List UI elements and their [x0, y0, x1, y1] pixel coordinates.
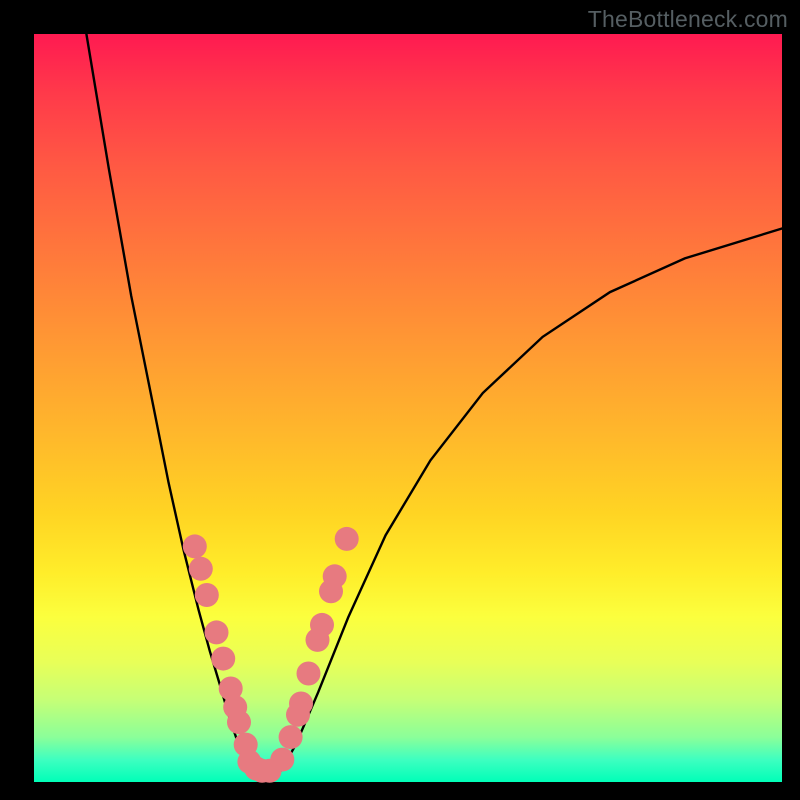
marker-dot: [211, 647, 235, 671]
marker-dot: [227, 710, 251, 734]
marker-dot: [310, 613, 334, 637]
plot-area: [34, 34, 782, 782]
marker-dot: [189, 557, 213, 581]
marker-dot: [270, 748, 294, 772]
marker-dot: [335, 527, 359, 551]
marker-dot: [205, 620, 229, 644]
marker-dot: [297, 662, 321, 686]
marker-dot: [279, 725, 303, 749]
marker-dot: [195, 583, 219, 607]
marker-dot: [323, 564, 347, 588]
chart-frame: TheBottleneck.com: [0, 0, 800, 800]
watermark-text: TheBottleneck.com: [588, 6, 788, 33]
marker-dot: [289, 692, 313, 716]
chart-svg: [34, 34, 782, 782]
marker-dot: [183, 534, 207, 558]
bottleneck-curve: [86, 34, 782, 778]
